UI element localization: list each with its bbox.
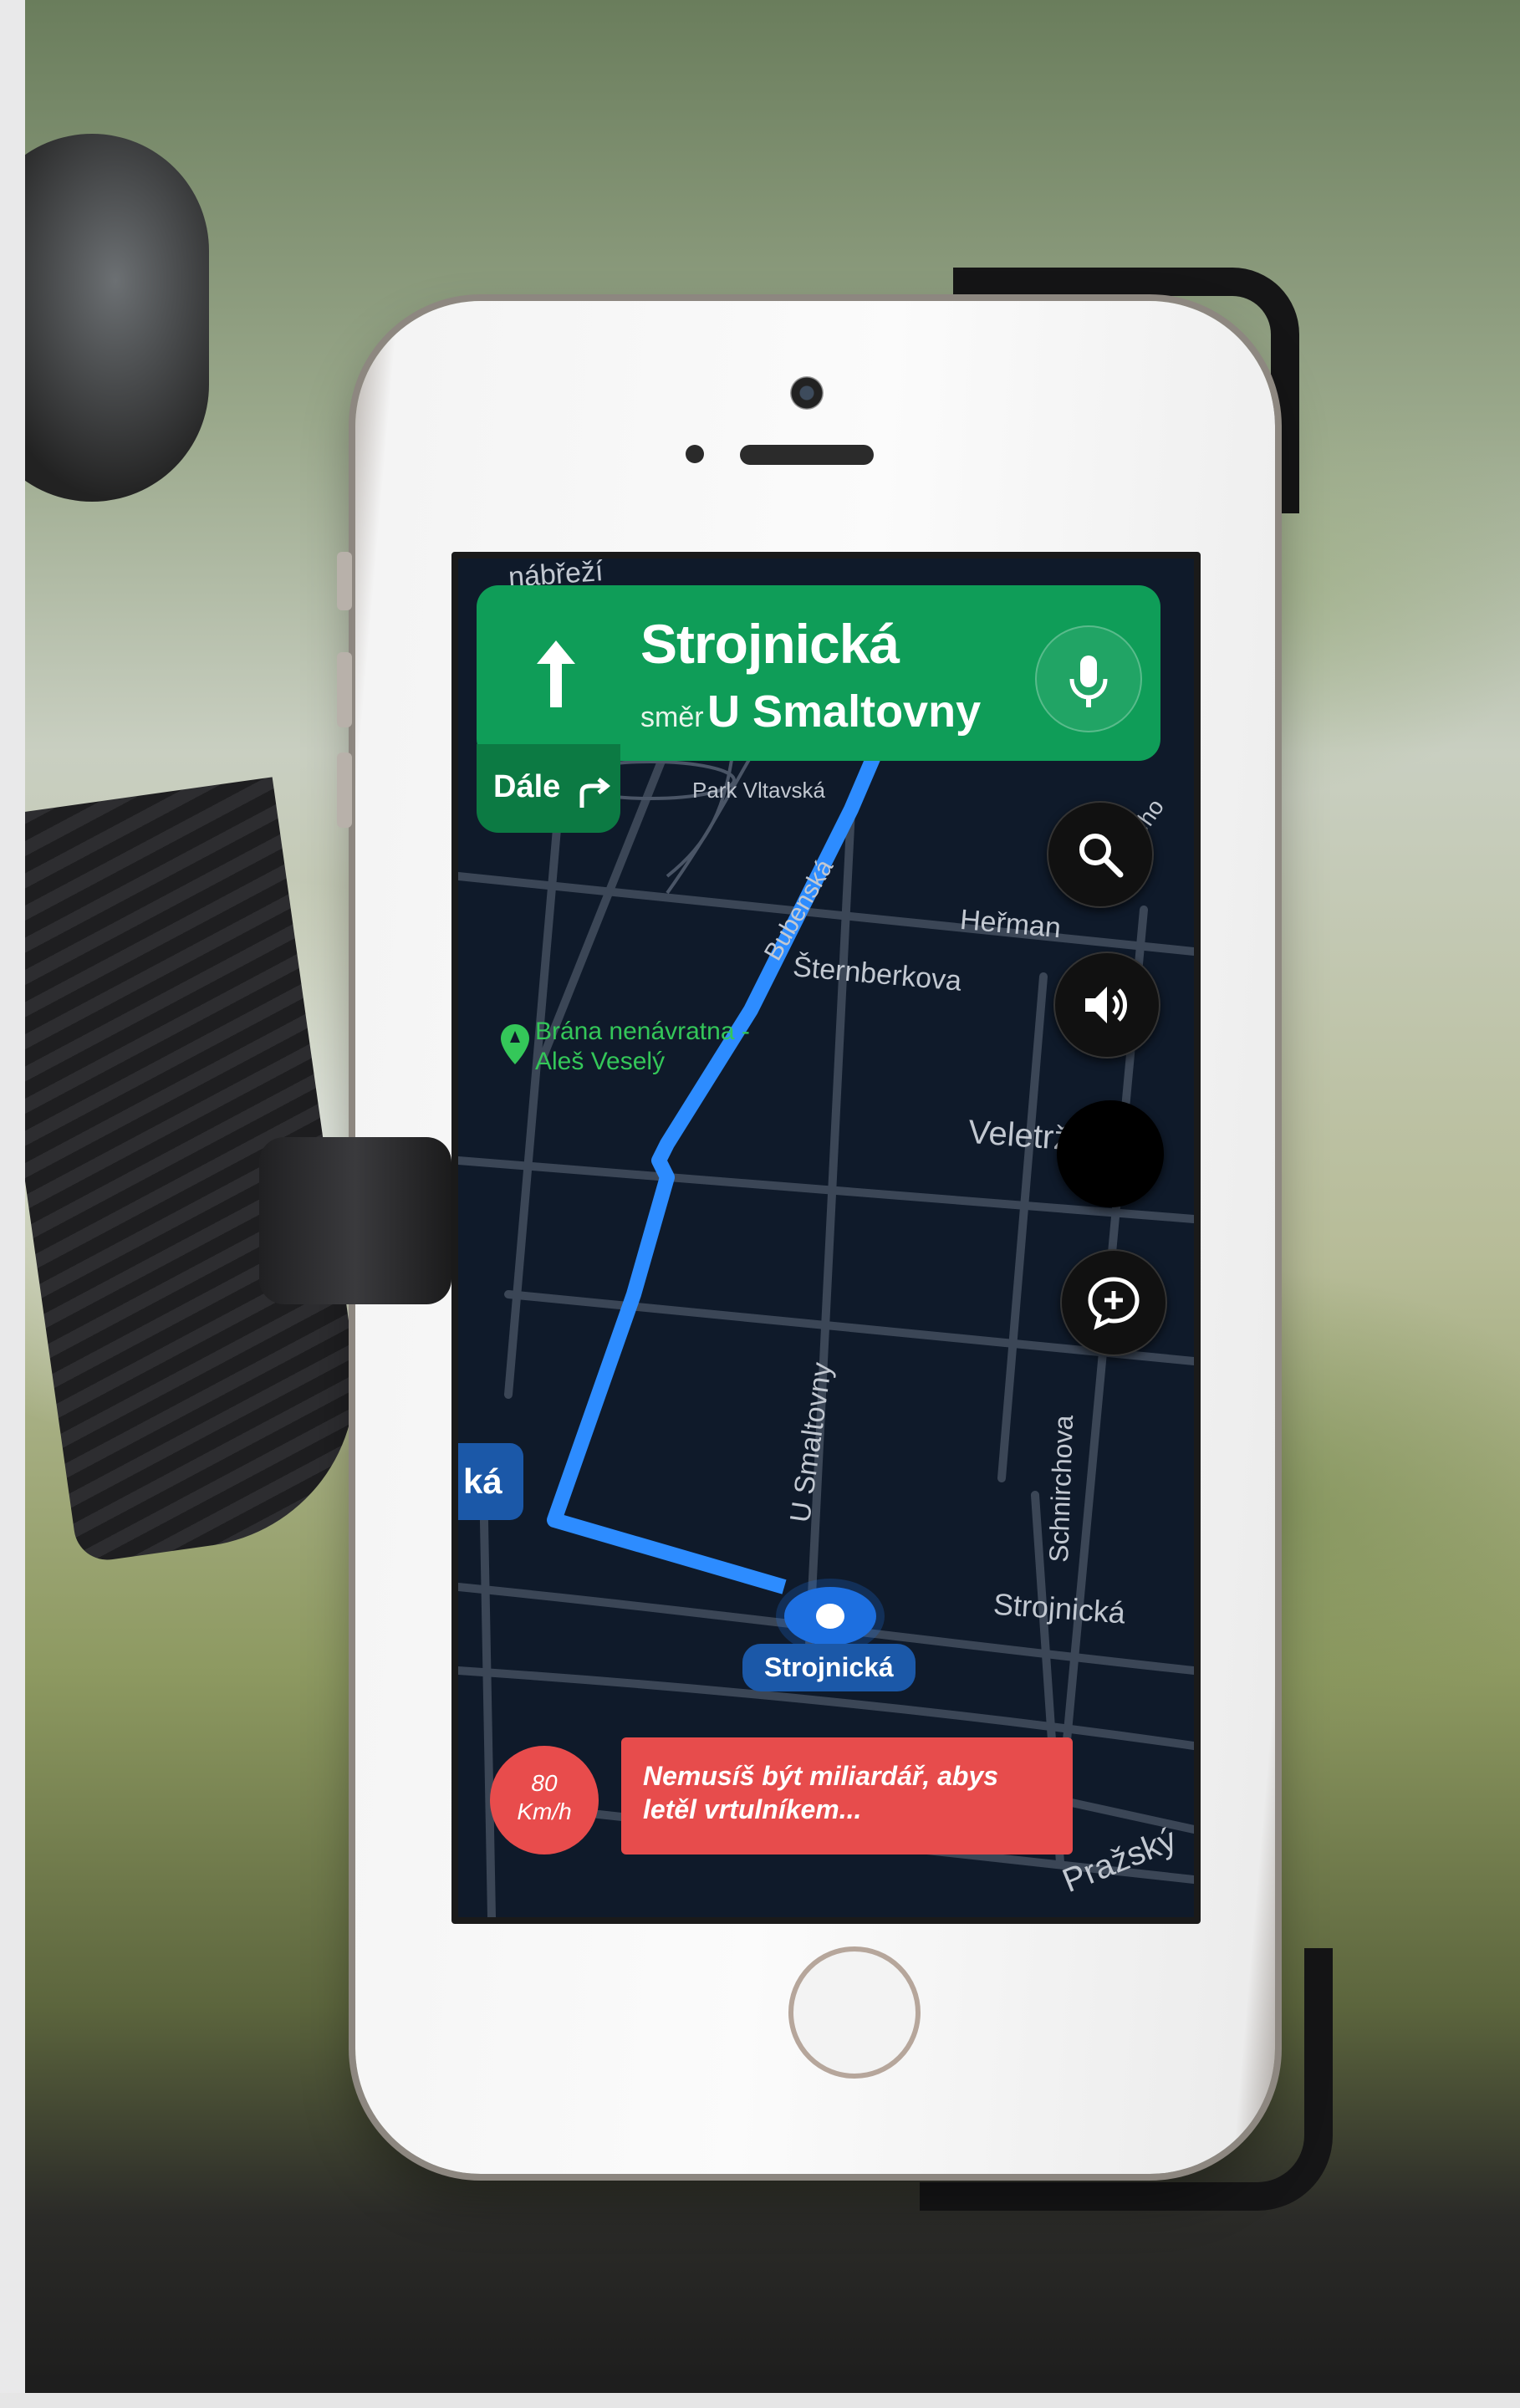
next-maneuver-chip[interactable]: Dále: [477, 744, 620, 833]
volume-icon: [1085, 987, 1127, 1023]
compass-button[interactable]: [1057, 1100, 1164, 1207]
direction-name: U Smaltovny: [707, 686, 982, 737]
speed-indicator: 80 Km/h: [490, 1746, 599, 1854]
map-label-park: Park Vltavská: [692, 778, 825, 803]
earpiece: [740, 445, 874, 465]
add-report-button[interactable]: [1060, 1249, 1167, 1356]
add-report-icon: [1088, 1277, 1140, 1330]
direction-line: směr U Smaltovny: [640, 686, 981, 737]
park-pin-icon: [501, 1024, 529, 1064]
map-label-schnirchova: Schnirchova: [1043, 1415, 1079, 1564]
next-street-name: Strojnická: [640, 613, 900, 675]
poi-label[interactable]: Brána nenávratna - Aleš Veselý: [535, 1017, 752, 1077]
volume-up-button: [337, 652, 352, 727]
holder-clip: [259, 1137, 451, 1304]
position-dot: [816, 1604, 844, 1629]
left-border: [0, 0, 25, 2408]
search-icon: [1079, 834, 1124, 878]
map-label-veletrz: Veletrž: [967, 1113, 1072, 1158]
next-label: Dále: [493, 769, 561, 804]
suction-cup: [0, 134, 209, 502]
speed-value: 80: [531, 1770, 558, 1796]
speed-unit: Km/h: [517, 1798, 572, 1824]
navigation-screen: nábřeží Park Vltavská Bubenská Šternberk…: [451, 552, 1201, 1924]
microphone-icon: [1069, 656, 1108, 707]
current-street-label: Strojnická: [742, 1644, 916, 1691]
background-scene: nábřeží Park Vltavská Bubenská Šternberk…: [0, 0, 1520, 2408]
offscreen-street-label: ká: [458, 1443, 523, 1520]
navigation-header[interactable]: Strojnická směr U Smaltovny: [477, 585, 1160, 761]
current-position-marker: [784, 1587, 876, 1645]
direction-prefix: směr: [640, 701, 704, 733]
voice-search-button[interactable]: [1035, 625, 1142, 732]
front-camera: [790, 376, 824, 410]
phone: nábřeží Park Vltavská Bubenská Šternberk…: [337, 301, 1275, 2174]
ad-banner[interactable]: Nemusíš být miliardář, abys letěl vrtuln…: [621, 1737, 1073, 1854]
straight-arrow-icon: [537, 640, 575, 707]
volume-down-button: [337, 752, 352, 828]
search-button[interactable]: [1047, 801, 1154, 908]
turn-right-icon: [579, 778, 611, 808]
proximity-sensor: [686, 445, 704, 463]
bottom-border: [0, 2393, 1520, 2408]
home-button[interactable]: [788, 1946, 921, 2079]
sound-button[interactable]: [1053, 951, 1160, 1059]
mute-switch: [337, 552, 352, 610]
